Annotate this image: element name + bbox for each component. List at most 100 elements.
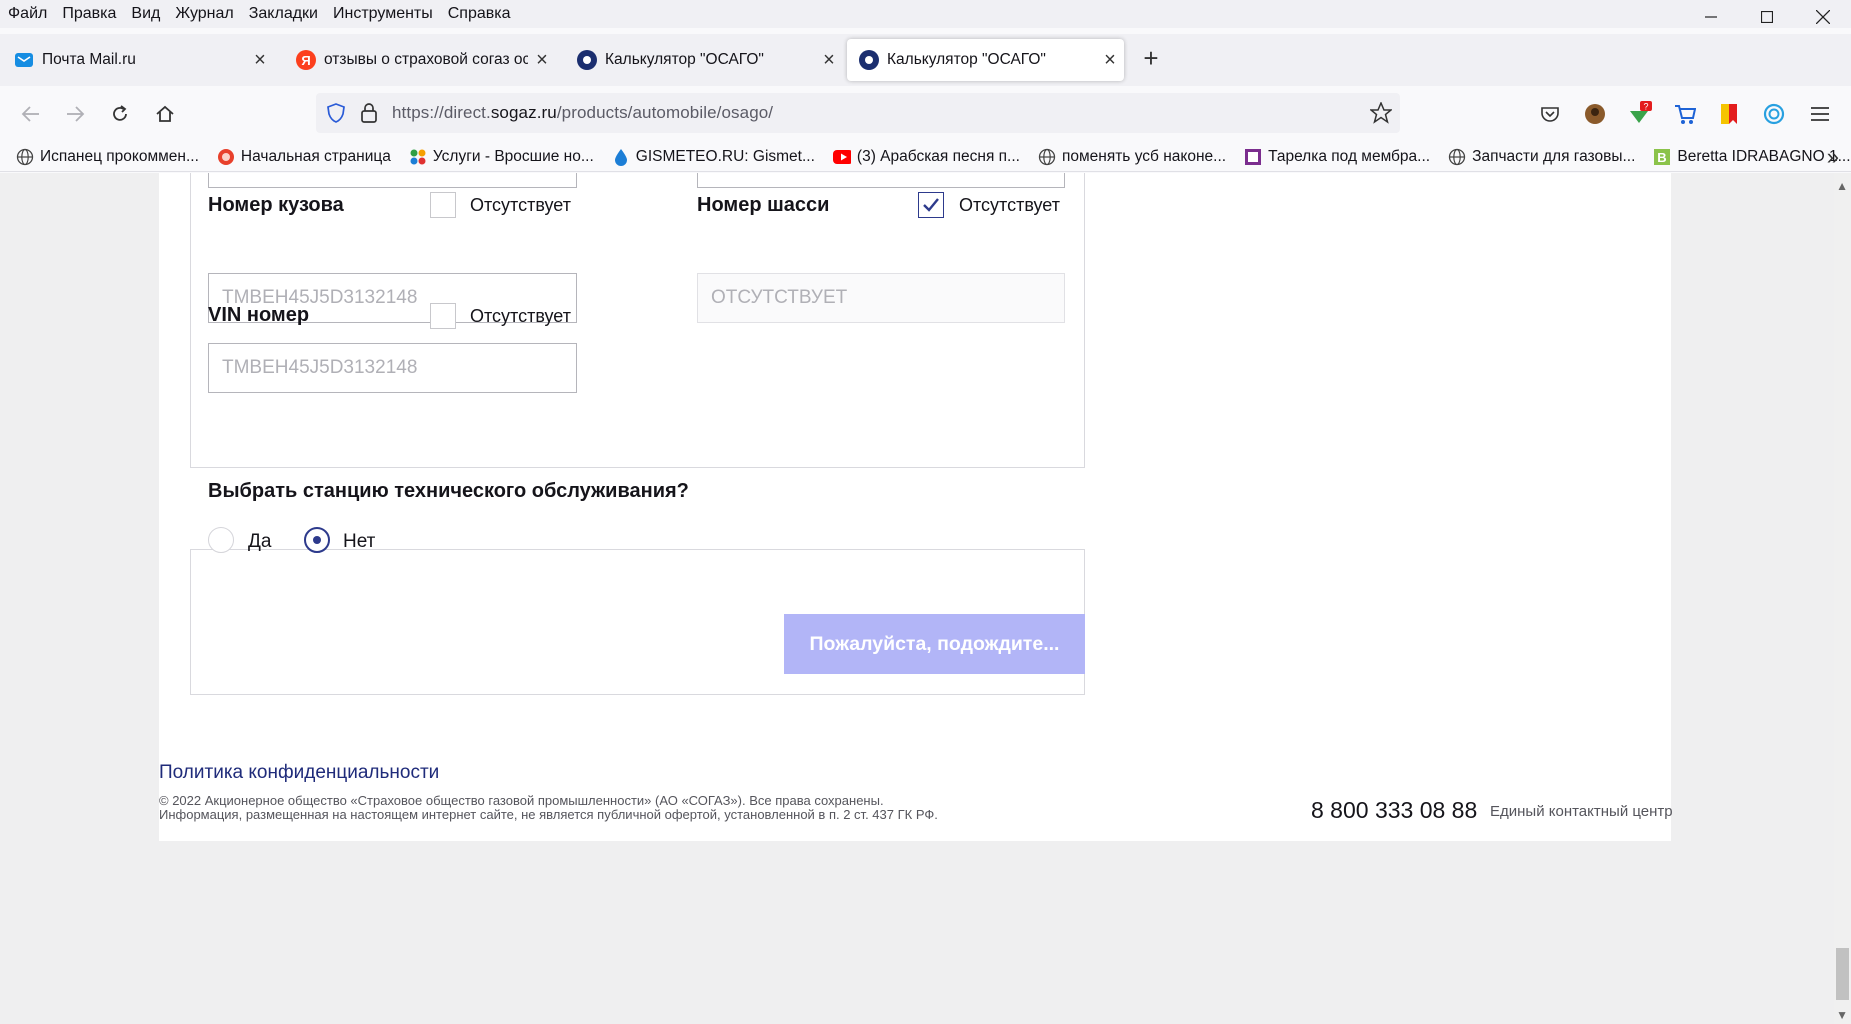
tab-title: Калькулятор "ОСАГО" bbox=[887, 51, 1046, 68]
chassis-number-absent-label[interactable]: Отсутствует bbox=[959, 195, 1060, 216]
new-tab-button[interactable]: + bbox=[1136, 44, 1166, 74]
station-no-label[interactable]: Нет bbox=[343, 531, 375, 553]
contact-phone[interactable]: 8 800 333 08 88 bbox=[1311, 797, 1477, 824]
bookmark-item[interactable]: Начальная страница bbox=[217, 148, 391, 166]
bookmark-item[interactable]: Испанец прокоммен... bbox=[16, 148, 199, 166]
bookmark-star-icon[interactable] bbox=[1368, 101, 1394, 129]
chassis-number-input[interactable]: ОТСУТСТВУЕТ bbox=[697, 273, 1065, 323]
bookmark-item[interactable]: (3) Арабская песня п... bbox=[832, 147, 1020, 166]
tab-osago-1[interactable]: Калькулятор "ОСАГО" × bbox=[565, 39, 843, 81]
tab-mail[interactable]: Почта Mail.ru × bbox=[2, 39, 274, 81]
chassis-number-label: Номер шасси bbox=[697, 194, 830, 216]
station-yes-label[interactable]: Да bbox=[248, 531, 271, 553]
bookmark-label: Услуги - Вросшие но... bbox=[432, 147, 594, 165]
menu-edit[interactable]: Правка bbox=[54, 5, 123, 23]
menu-file[interactable]: Файл bbox=[0, 5, 54, 23]
url-bar[interactable]: https://direct.sogaz.ru/products/automob… bbox=[316, 93, 1400, 133]
globe-icon bbox=[16, 148, 34, 166]
url-domain: sogaz.ru bbox=[490, 103, 557, 122]
url-prefix: https://direct. bbox=[392, 103, 491, 122]
bookmark-label: Beretta IDRABAGNO 1... bbox=[1677, 147, 1851, 165]
lock-icon[interactable] bbox=[360, 103, 378, 128]
bookmark-item[interactable]: B Beretta IDRABAGNO 1... bbox=[1653, 147, 1851, 166]
account-avatar-icon[interactable] bbox=[1581, 100, 1609, 128]
copyright-line: © 2022 Акционерное общество «Страховое о… bbox=[159, 793, 884, 808]
submit-button[interactable]: Пожалуйста, подождите... bbox=[784, 614, 1085, 674]
disclaimer-line: Информация, размещенная на настоящем инт… bbox=[159, 807, 938, 822]
bookmark-item[interactable]: Запчасти для газовы... bbox=[1448, 148, 1635, 166]
maximize-icon[interactable] bbox=[1739, 0, 1795, 34]
yandex-icon: Я bbox=[296, 50, 316, 70]
close-icon[interactable] bbox=[1795, 0, 1851, 34]
vin-number-absent-label[interactable]: Отсутствует bbox=[470, 306, 571, 327]
bookmark-label: (3) Арабская песня п... bbox=[856, 147, 1020, 165]
menu-view[interactable]: Вид bbox=[123, 5, 167, 23]
sogaz-icon bbox=[859, 50, 879, 70]
bookmark-label: поменять усб наконе... bbox=[1061, 147, 1227, 165]
b-icon: B bbox=[1653, 148, 1671, 166]
bookmark-flag-icon[interactable] bbox=[1715, 100, 1743, 128]
menubar: Файл Правка Вид Журнал Закладки Инструме… bbox=[0, 0, 1851, 28]
bookmark-label: Тарелка под мембра... bbox=[1268, 147, 1431, 165]
back-icon[interactable] bbox=[17, 100, 45, 128]
svg-text:B: B bbox=[1658, 150, 1667, 165]
page-scrollbar[interactable]: ▲ ▼ bbox=[1834, 173, 1851, 1024]
bookmark-label: Испанец прокоммен... bbox=[40, 147, 199, 165]
youtube-icon bbox=[832, 148, 851, 166]
tracking-shield-icon[interactable] bbox=[326, 103, 346, 128]
bookmark-item[interactable]: поменять усб наконе... bbox=[1038, 148, 1226, 166]
menu-help[interactable]: Справка bbox=[440, 5, 518, 23]
page-viewport: Номер кузова Отсутствует TMBEH45J5D31321… bbox=[0, 173, 1851, 1024]
bookmark-item[interactable]: GISMETEO.RU: Gismet... bbox=[612, 148, 815, 166]
scrollbar-thumb[interactable] bbox=[1836, 948, 1849, 1000]
url-text[interactable]: https://direct.sogaz.ru/products/automob… bbox=[392, 103, 773, 123]
tab-osago-active[interactable]: Калькулятор "ОСАГО" × bbox=[847, 39, 1124, 81]
prev-input-right[interactable] bbox=[697, 173, 1065, 188]
service-station-title: Выбрать станцию технического обслуживани… bbox=[208, 480, 689, 502]
menu-tools[interactable]: Инструменты bbox=[325, 5, 440, 23]
privacy-policy-link[interactable]: Политика конфиденциальности bbox=[159, 762, 439, 784]
checkmark-icon bbox=[923, 198, 939, 212]
tab-close-icon[interactable]: × bbox=[528, 49, 556, 72]
globe-icon bbox=[1038, 148, 1056, 166]
body-number-absent-checkbox[interactable] bbox=[430, 192, 456, 218]
download-extension-icon[interactable]: ? bbox=[1625, 100, 1653, 128]
minimize-icon[interactable] bbox=[1683, 0, 1739, 34]
vin-number-input[interactable]: TMBEH45J5D3132148 bbox=[208, 343, 577, 393]
cart-icon[interactable] bbox=[1671, 100, 1699, 128]
chevron-double-right-icon[interactable]: » bbox=[1827, 144, 1839, 170]
menu-history[interactable]: Журнал bbox=[167, 5, 240, 23]
svg-text:?: ? bbox=[1643, 102, 1648, 112]
bookmark-label: GISMETEO.RU: Gismet... bbox=[635, 147, 815, 165]
scroll-up-icon[interactable]: ▲ bbox=[1836, 179, 1848, 193]
home-icon[interactable] bbox=[151, 100, 179, 128]
bookmark-item[interactable]: Услуги - Вросшие но... bbox=[409, 148, 594, 166]
tab-yandex[interactable]: Я отзывы о страховой согаз оса × bbox=[284, 39, 556, 81]
nav-bar: https://direct.sogaz.ru/products/automob… bbox=[0, 86, 1851, 142]
bookmark-label: Начальная страница bbox=[240, 147, 391, 165]
contact-phone-caption: Единый контактный центр bbox=[1490, 803, 1673, 820]
body-number-label: Номер кузова bbox=[208, 194, 344, 216]
station-no-radio[interactable] bbox=[304, 527, 330, 553]
svg-text:Я: Я bbox=[301, 53, 310, 68]
bookmark-item[interactable]: Тарелка под мембра... bbox=[1244, 148, 1430, 166]
prev-input-left[interactable] bbox=[208, 173, 577, 188]
window-controls bbox=[1683, 0, 1851, 34]
tab-close-icon[interactable]: × bbox=[815, 49, 843, 72]
vin-number-label: VIN номер bbox=[208, 304, 310, 326]
tab-close-icon[interactable]: × bbox=[1096, 49, 1124, 72]
menu-bookmarks[interactable]: Закладки bbox=[241, 5, 325, 23]
pocket-icon[interactable] bbox=[1536, 100, 1564, 128]
vin-number-absent-checkbox[interactable] bbox=[430, 303, 456, 329]
tab-title: Почта Mail.ru bbox=[42, 51, 136, 68]
body-number-absent-label[interactable]: Отсутствует bbox=[470, 195, 571, 216]
tab-close-icon[interactable]: × bbox=[246, 49, 274, 72]
sync-extension-icon[interactable] bbox=[1760, 100, 1788, 128]
station-yes-radio[interactable] bbox=[208, 527, 234, 553]
dots-icon bbox=[409, 148, 427, 166]
scroll-down-icon[interactable]: ▼ bbox=[1836, 1008, 1848, 1022]
forward-icon[interactable] bbox=[61, 100, 89, 128]
hamburger-menu-icon[interactable] bbox=[1806, 100, 1834, 128]
reload-icon[interactable] bbox=[106, 100, 134, 128]
chassis-number-absent-checkbox[interactable] bbox=[918, 192, 944, 218]
